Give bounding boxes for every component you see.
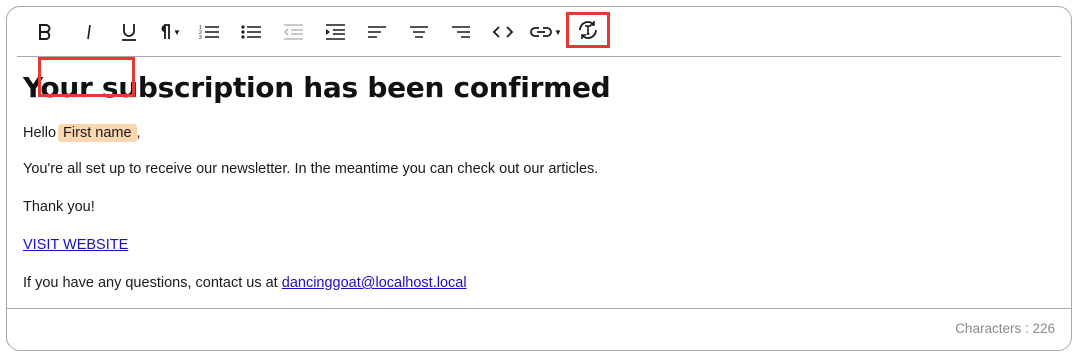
visit-website-link-line: VISIT WEBSITE xyxy=(23,237,128,253)
chevron-down-icon: ▼ xyxy=(173,27,181,37)
align-right-button[interactable] xyxy=(449,19,473,45)
editor-toolbar: ▼ 123 ▼ xyxy=(17,7,1061,57)
align-left-icon xyxy=(368,26,386,38)
align-center-icon xyxy=(410,26,428,38)
underline-icon xyxy=(122,24,136,41)
indent-icon xyxy=(326,24,345,40)
paragraph-icon xyxy=(161,24,171,39)
contact-email-link[interactable]: dancinggoat@localhost.local xyxy=(282,275,467,291)
ordered-list-icon: 123 xyxy=(199,25,219,40)
underline-button[interactable] xyxy=(117,19,141,45)
greeting-line: Hello First name, xyxy=(23,124,141,142)
dynamic-text-icon xyxy=(579,21,597,39)
unordered-list-icon xyxy=(241,25,261,39)
rich-text-editor: ▼ 123 ▼ Your subscription has been confi… xyxy=(6,6,1072,351)
visit-website-link[interactable]: VISIT WEBSITE xyxy=(23,237,128,253)
italic-icon xyxy=(87,24,91,40)
insert-dynamic-text-button[interactable] xyxy=(566,12,610,48)
paragraph-intro: You're all set up to receive our newslet… xyxy=(23,161,599,177)
first-name-token[interactable]: First name xyxy=(58,124,137,142)
indent-button[interactable] xyxy=(323,19,347,45)
editor-footer: Characters : 226 xyxy=(7,308,1071,350)
link-icon xyxy=(530,27,552,37)
bold-icon xyxy=(39,24,51,40)
contact-prefix: If you have any questions, contact us at xyxy=(23,275,278,291)
paragraph-format-button[interactable]: ▼ xyxy=(155,19,185,45)
greeting-prefix: Hello xyxy=(23,125,57,141)
greeting-suffix: , xyxy=(136,125,141,141)
ordered-list-button[interactable]: 123 xyxy=(197,19,221,45)
outdent-button[interactable] xyxy=(281,19,305,45)
paragraph-thanks: Thank you! xyxy=(23,199,95,215)
chevron-down-icon: ▼ xyxy=(554,27,562,37)
code-icon xyxy=(492,26,514,38)
align-left-button[interactable] xyxy=(365,19,389,45)
page-title: Your subscription has been confirmed xyxy=(23,71,611,104)
svg-text:3: 3 xyxy=(199,35,202,40)
bold-button[interactable] xyxy=(33,19,57,45)
align-right-icon xyxy=(452,26,470,38)
contact-line: If you have any questions, contact us at… xyxy=(23,275,467,291)
unordered-list-button[interactable] xyxy=(239,19,263,45)
insert-link-button[interactable]: ▼ xyxy=(529,19,563,45)
outdent-icon xyxy=(283,24,303,40)
italic-button[interactable] xyxy=(77,19,101,45)
code-view-button[interactable] xyxy=(491,19,515,45)
align-center-button[interactable] xyxy=(407,19,431,45)
character-count: Characters : 226 xyxy=(955,321,1055,336)
